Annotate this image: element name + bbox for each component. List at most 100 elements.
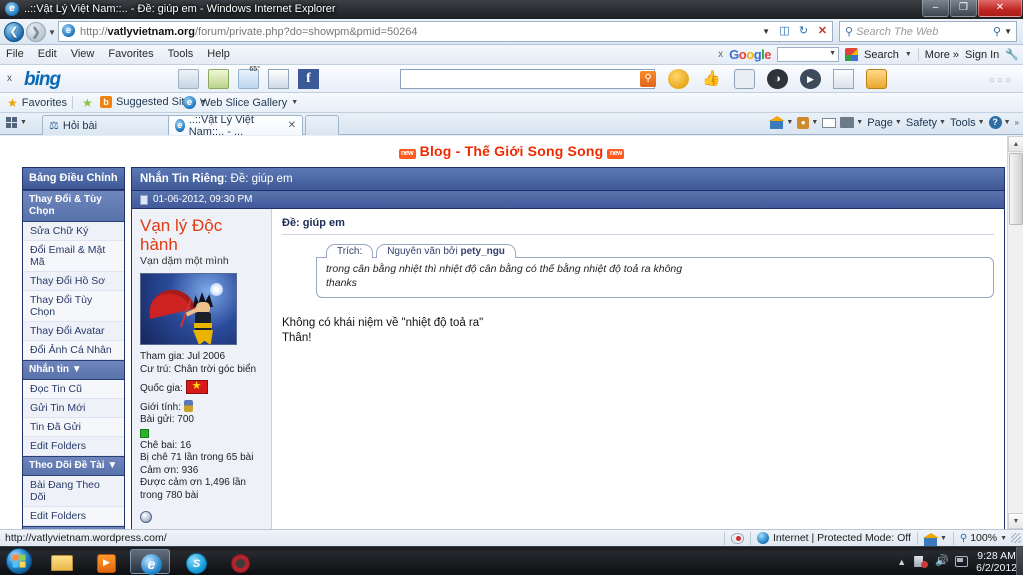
google-toolbar-close[interactable]: x — [718, 49, 723, 60]
forward-button[interactable]: ❯ — [26, 22, 46, 42]
page-menu-button[interactable]: Page ▼ — [867, 117, 902, 129]
maps-icon[interactable] — [208, 69, 229, 89]
google-search-button[interactable]: Search — [864, 49, 899, 61]
stop-icon[interactable]: ✕ — [813, 22, 832, 41]
sidebar-item-edit-folders-2[interactable]: Edit Folders — [23, 507, 124, 526]
menu-file[interactable]: File — [6, 48, 24, 60]
bing-toolbar-overflow[interactable]: ○○○ — [989, 75, 1013, 86]
comment-icon[interactable] — [734, 69, 755, 89]
sidebar-item-edit-folders[interactable]: Edit Folders — [23, 437, 124, 456]
tools-menu-button[interactable]: Tools ▼ — [950, 117, 985, 129]
tab-list-dropdown-icon[interactable]: ▼ — [20, 119, 27, 126]
sidebar-item-doi-email[interactable]: Đổi Email & Mật Mã — [23, 241, 124, 272]
new-badge-icon: new — [398, 149, 416, 159]
privacy-report-icon[interactable] — [730, 532, 744, 544]
photos-icon[interactable] — [833, 69, 854, 89]
add-to-favorites-bar-icon[interactable]: ★ — [82, 96, 93, 110]
network-error-icon[interactable] — [914, 556, 929, 568]
menu-view[interactable]: View — [71, 48, 95, 60]
maximize-button[interactable]: ❐ — [950, 0, 977, 17]
sidebar-item-doi-anh-ca-nhan[interactable]: Đổi Ảnh Cá Nhân — [23, 341, 124, 360]
compatibility-view-icon[interactable]: ◫ — [775, 22, 794, 41]
web-slice-gallery-button[interactable]: e Web Slice Gallery ▼ — [183, 96, 298, 109]
command-bar-overflow[interactable]: » — [1015, 118, 1019, 127]
safety-menu-button[interactable]: Safety ▼ — [906, 117, 946, 129]
print-button[interactable]: ▼ — [840, 117, 863, 128]
taskbar-item-opera[interactable] — [220, 549, 260, 574]
translate-icon[interactable] — [866, 69, 887, 89]
action-center-icon[interactable] — [955, 556, 969, 567]
menu-favorites[interactable]: Favorites — [108, 48, 153, 60]
taskbar-item-skype[interactable]: S — [176, 549, 216, 574]
minimize-button[interactable]: – — [922, 0, 949, 17]
recent-pages-dropdown-icon[interactable]: ▼ — [48, 28, 56, 37]
google-more-button[interactable]: More » — [925, 49, 959, 61]
wrench-icon[interactable]: 🔧 — [1005, 48, 1019, 61]
bing-square-icon: b — [100, 96, 112, 108]
quote-author[interactable]: pety_ngu — [460, 246, 504, 257]
scroll-up-button[interactable]: ▲ — [1008, 136, 1023, 152]
sidebar-section-title[interactable]: Nhắn tin ▼ — [23, 360, 124, 380]
bing-search-input[interactable] — [400, 69, 655, 89]
sidebar-item-thay-doi-avatar[interactable]: Thay Đổi Avatar — [23, 322, 124, 341]
address-dropdown-icon[interactable]: ▼ — [757, 27, 775, 36]
sidebar-item-thay-doi-ho-so[interactable]: Thay Đổi Hồ Sơ — [23, 272, 124, 291]
sidebar-section-title[interactable]: Theo Dõi Đề Tài ▼ — [23, 456, 124, 476]
scrollbar-thumb[interactable] — [1009, 153, 1023, 225]
sidebar-item-doc-tin-cu[interactable]: Đọc Tin Cũ — [23, 380, 124, 399]
close-button[interactable]: ✕ — [978, 0, 1022, 17]
taskbar-clock[interactable]: 9:28 AM 6/2/2012 — [976, 550, 1017, 574]
home-button[interactable]: ▼ — [769, 116, 793, 129]
sidebar-item-sua-chu-ky[interactable]: Sửa Chữ Ký — [23, 222, 124, 241]
menu-help[interactable]: Help — [207, 48, 230, 60]
scroll-down-button[interactable]: ▼ — [1008, 513, 1023, 529]
bing-search-button[interactable]: ⚲ — [640, 71, 656, 87]
favorites-button[interactable]: ★ Favorites — [7, 96, 67, 110]
weather-icon[interactable]: 65° — [238, 66, 260, 89]
protected-mode-indicator[interactable]: ▼ — [922, 532, 947, 546]
sidebar-item-bai-dang-theo-doi[interactable]: Bài Đang Theo Dõi — [23, 476, 124, 507]
taskbar-item-internet-explorer[interactable]: e — [130, 549, 170, 575]
author-name[interactable]: Vạn lý Độc hành — [140, 216, 263, 254]
google-search-input[interactable] — [777, 47, 839, 62]
sidebar-item-gui-tin-moi[interactable]: Gửi Tin Mới — [23, 399, 124, 418]
back-button[interactable]: ❮ — [4, 22, 24, 42]
read-mail-button[interactable] — [822, 117, 837, 128]
page-scrollbar-vertical[interactable]: ▲ ▼ — [1007, 136, 1023, 529]
feeds-button[interactable]: ● ▼ — [797, 116, 818, 129]
taskbar-item-windows-explorer[interactable] — [42, 549, 82, 574]
start-button[interactable] — [6, 548, 32, 574]
show-hidden-icons-button[interactable]: ▲ — [897, 557, 906, 567]
google-search-dropdown-icon[interactable]: ▼ — [905, 51, 912, 58]
close-icon[interactable]: ✕ — [288, 120, 296, 131]
quick-tabs-icon[interactable] — [6, 117, 17, 128]
news-icon[interactable] — [178, 69, 199, 89]
stumble-icon[interactable]: ◑ — [767, 69, 788, 89]
search-go-icon[interactable]: ⚲ — [993, 25, 1004, 38]
menu-edit[interactable]: Edit — [38, 48, 57, 60]
address-bar[interactable]: e http://vatlyvietnam.org/forum/private.… — [58, 21, 833, 42]
sidebar-item-tin-da-gui[interactable]: Tin Đã Gửi — [23, 418, 124, 437]
help-menu-button[interactable]: ? ▼ — [988, 116, 1011, 129]
refresh-icon[interactable]: ↻ — [794, 22, 813, 41]
volume-icon[interactable] — [935, 554, 949, 568]
share-icon[interactable] — [668, 69, 689, 89]
sidebar-item-thay-doi-tuy-chon[interactable]: Thay Đổi Tùy Chọn — [23, 291, 124, 322]
mail-icon[interactable] — [268, 69, 289, 89]
zoom-control[interactable]: ⚲ 100% ▼ — [960, 532, 1011, 544]
taskbar-item-windows-media-player[interactable] — [86, 549, 126, 574]
security-zone[interactable]: Internet | Protected Mode: Off — [756, 532, 911, 544]
bing-toolbar-close[interactable]: x — [7, 73, 12, 84]
video-icon[interactable]: ▶ — [800, 69, 821, 89]
resize-grip[interactable] — [1011, 533, 1021, 543]
tab-vat-ly-viet-nam[interactable]: e ..::Vật Lý Việt Nam::.. - ... ✕ — [168, 114, 303, 138]
menu-tools[interactable]: Tools — [168, 48, 194, 60]
facebook-icon[interactable]: f — [298, 69, 319, 89]
chevron-down-icon[interactable]: ▼ — [1000, 535, 1007, 542]
search-box[interactable]: ⚲ Search The Web ⚲ ▼ — [839, 21, 1017, 42]
thumbs-up-icon[interactable]: 👍 — [701, 69, 722, 89]
show-desktop-button[interactable] — [1016, 547, 1023, 575]
google-signin-button[interactable]: Sign In — [965, 49, 999, 61]
new-tab-button[interactable] — [305, 115, 339, 135]
search-provider-dropdown-icon[interactable]: ▼ — [1004, 27, 1016, 36]
